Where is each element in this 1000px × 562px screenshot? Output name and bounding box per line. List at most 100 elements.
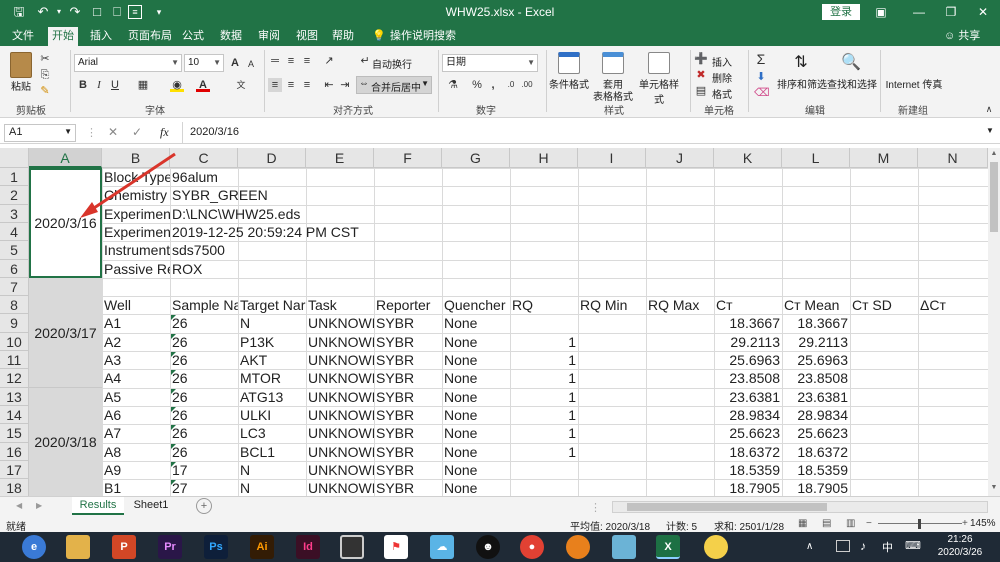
clock-time[interactable]: 21:26 [932, 534, 988, 545]
format-cells-button[interactable]: 格式 [710, 86, 734, 101]
tab-review[interactable]: 审阅 [254, 27, 284, 46]
excel-taskbar-icon[interactable]: X [656, 535, 680, 559]
fill-color-icon[interactable]: ◉ [170, 78, 184, 92]
merge-center-button[interactable]: 合并后居中 ⇔ ▼ [356, 76, 432, 94]
ribbon-display-icon[interactable]: ▣ [866, 2, 896, 22]
number-format-combo[interactable]: 日期 ▼ [442, 54, 538, 72]
tray-up-icon[interactable]: ∧ [806, 541, 813, 552]
cut-icon[interactable]: ✂ [38, 52, 52, 66]
align-right-icon[interactable]: ≡ [300, 78, 314, 92]
tab-home[interactable]: 开始 [48, 27, 78, 46]
wps-icon[interactable]: ⚑ [384, 535, 408, 559]
photoshop-icon[interactable]: Ps [204, 535, 228, 559]
volume-icon[interactable]: ♪ [860, 539, 866, 553]
scroll-thumb[interactable] [627, 503, 827, 511]
zoom-in-icon[interactable]: + [962, 518, 968, 529]
vertical-scrollbar[interactable]: ▲ ▼ [988, 148, 1000, 496]
paste-icon[interactable] [10, 52, 32, 78]
find-select-button[interactable]: 查找和选择 [826, 76, 878, 91]
align-bottom-icon[interactable]: ≡ [300, 54, 314, 68]
align-middle-icon[interactable]: ≡ [284, 54, 298, 68]
decrease-indent-icon[interactable]: ⇤ [322, 78, 336, 92]
find-select-icon[interactable]: 🔍 [840, 52, 862, 74]
cell-styles-icon[interactable] [648, 52, 670, 74]
indesign-icon[interactable]: Id [296, 535, 320, 559]
sort-filter-button[interactable]: 排序和筛选 [776, 76, 828, 91]
borders-icon[interactable]: ▦ [136, 78, 150, 92]
clock-date[interactable]: 2020/3/26 [932, 547, 988, 558]
font-color-icon[interactable]: A [196, 78, 210, 92]
autosum-icon[interactable]: Σ [754, 52, 768, 66]
minimize-icon[interactable]: — [904, 2, 934, 22]
accounting-icon[interactable]: ⚗ [446, 78, 460, 92]
fill-icon[interactable]: ⬇ [754, 70, 768, 84]
comma-button[interactable]: , [486, 78, 500, 92]
tab-data[interactable]: 数据 [216, 27, 246, 46]
prev-sheet-icon[interactable]: ◀ [16, 501, 22, 510]
tab-page-layout[interactable]: 页面布局 [124, 27, 176, 46]
cancel-icon[interactable]: ✕ [108, 125, 118, 139]
scroll-down-icon[interactable]: ▼ [989, 484, 999, 491]
collapse-ribbon-icon[interactable]: ∧ [982, 102, 996, 116]
video-editor-icon[interactable] [340, 535, 364, 559]
name-box[interactable]: A1 ▼ [4, 124, 76, 142]
formula-input[interactable]: 2020/3/16 [190, 126, 239, 138]
conditional-format-icon[interactable] [558, 52, 580, 74]
shrink-font-icon[interactable]: A [244, 57, 258, 71]
premiere-icon[interactable]: Pr [158, 535, 182, 559]
notes-icon[interactable] [612, 535, 636, 559]
italic-button[interactable]: I [92, 78, 106, 92]
cell-styles-button[interactable]: 单元格样式 [636, 76, 682, 106]
wrap-text-button[interactable]: 自动换行 [372, 56, 422, 71]
phonetic-icon[interactable]: 文 [234, 78, 248, 92]
maximize-icon[interactable]: ❐ [936, 2, 966, 22]
media-player-icon[interactable] [566, 535, 590, 559]
format-painter-icon[interactable]: ✎ [38, 84, 52, 98]
percent-button[interactable]: % [470, 78, 484, 92]
share-button[interactable]: ☺ 共享 [940, 27, 984, 46]
powerpoint-icon[interactable]: P [112, 535, 136, 559]
zoom-slider-thumb[interactable] [918, 519, 921, 529]
delete-cells-button[interactable]: 删除 [710, 70, 734, 85]
insert-cells-icon[interactable]: ➕ [694, 52, 708, 66]
zoom-level[interactable]: 145% [970, 518, 996, 529]
normal-view-icon[interactable]: ▦ [798, 518, 807, 529]
zoom-out-icon[interactable]: − [866, 518, 872, 529]
mascot-icon[interactable] [704, 535, 728, 559]
tab-view[interactable]: 视图 [292, 27, 322, 46]
clear-icon[interactable]: ⌫ [754, 86, 770, 100]
internet-fax-button[interactable]: Internet 传真 [882, 76, 946, 91]
tab-help[interactable]: 帮助 [328, 27, 358, 46]
next-sheet-icon[interactable]: ▶ [36, 501, 42, 510]
font-name-combo[interactable]: Arial ▼ [74, 54, 182, 72]
font-size-combo[interactable]: 10 ▼ [184, 54, 224, 72]
function-icon[interactable]: fx [160, 125, 169, 140]
tell-me-search[interactable]: 操作说明搜索 [386, 27, 460, 46]
tab-formulas[interactable]: 公式 [178, 27, 208, 46]
browser-icon[interactable]: e [22, 535, 46, 559]
decrease-decimal-icon[interactable]: .00 [520, 78, 534, 92]
align-center-icon[interactable]: ≡ [284, 78, 298, 92]
wrap-text-icon[interactable]: ↵ [358, 54, 372, 68]
scroll-up-icon[interactable]: ▲ [989, 150, 999, 157]
add-sheet-icon[interactable]: + [196, 498, 212, 514]
chat-icon[interactable]: ☁ [430, 535, 454, 559]
sort-filter-icon[interactable]: ⇅ [790, 52, 812, 74]
sheet-tab-sheet1[interactable]: Sheet1 [126, 497, 176, 515]
illustrator-icon[interactable]: Ai [250, 535, 274, 559]
grow-font-icon[interactable]: A [228, 56, 242, 70]
format-as-table-icon[interactable] [602, 52, 624, 74]
tab-insert[interactable]: 插入 [86, 27, 116, 46]
increase-decimal-icon[interactable]: .0 [504, 78, 518, 92]
chrome-icon[interactable]: ● [520, 535, 544, 559]
format-cells-icon[interactable]: ▤ [694, 84, 708, 98]
bold-button[interactable]: B [76, 78, 90, 92]
copy-icon[interactable]: ⎘ [38, 68, 52, 82]
sheet-tab-results[interactable]: Results [72, 497, 124, 515]
page-layout-view-icon[interactable]: ▤ [822, 518, 831, 529]
folder-icon[interactable] [66, 535, 90, 559]
scroll-thumb[interactable] [990, 162, 998, 232]
expand-formula-icon[interactable]: ▼ [986, 126, 994, 135]
ime-icon[interactable]: 中 [882, 539, 893, 555]
conditional-format-button[interactable]: 条件格式 [548, 76, 590, 91]
